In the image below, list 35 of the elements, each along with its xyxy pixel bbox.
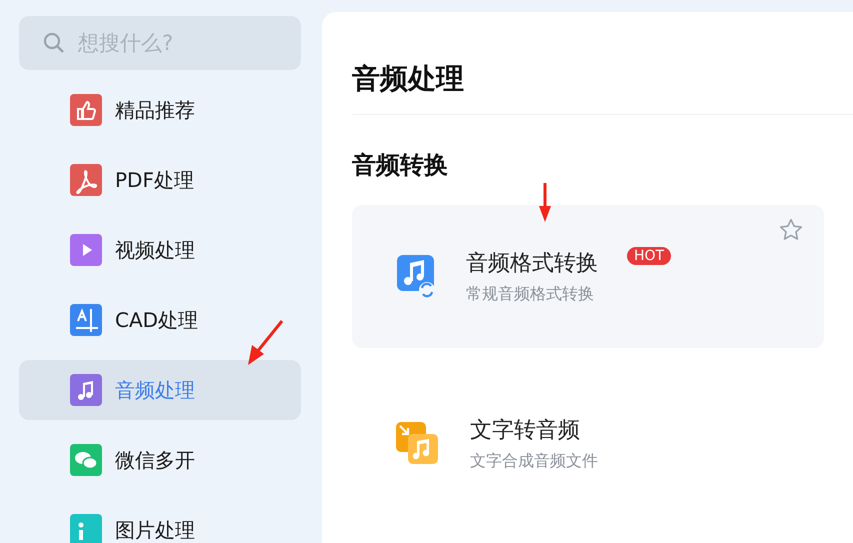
star-icon[interactable]: [778, 217, 804, 243]
annotation-arrow: [539, 183, 551, 222]
sidebar-item-label: 音频处理: [115, 376, 195, 404]
tool-title: 文字转音频: [470, 417, 581, 445]
image-app-icon: [70, 514, 102, 543]
video-app-icon: [70, 234, 102, 266]
hot-badge: HOT: [627, 247, 672, 265]
sidebar-item-label: 精品推荐: [115, 96, 195, 124]
chat-app-icon: [70, 444, 102, 476]
sidebar-item[interactable]: 视频处理: [19, 220, 301, 280]
sidebar-item[interactable]: 图片处理: [19, 500, 301, 543]
sidebar-item[interactable]: PDF处理: [19, 150, 301, 210]
tool-description: 常规音频格式转换: [466, 284, 595, 305]
sidebar-item-label: 微信多开: [115, 446, 195, 474]
sidebar-item-label: PDF处理: [115, 166, 194, 194]
music-files-icon: [396, 422, 440, 466]
sidebar-item-label: CAD处理: [115, 306, 198, 334]
pdf-app-icon: [70, 164, 102, 196]
annotation-arrow: [248, 320, 284, 365]
section-heading: 音频转换: [352, 150, 449, 181]
tool-title: 音频格式转换: [466, 250, 598, 278]
page-title: 音频处理: [352, 60, 853, 115]
cad-app-icon: [70, 304, 102, 336]
tool-description: 文字合成音频文件: [470, 451, 598, 472]
sidebar-item-label: 图片处理: [115, 516, 195, 543]
thumb-app-icon: [70, 94, 102, 126]
music-convert-icon: [396, 254, 436, 298]
sidebar-item[interactable]: CAD处理: [19, 290, 301, 350]
sidebar-item-label: 视频处理: [115, 236, 195, 264]
search-icon: [43, 32, 65, 54]
sidebar-item[interactable]: 精品推荐: [19, 80, 301, 140]
tool-card[interactable]: 音频格式转换 常规音频格式转换 HOT: [352, 205, 824, 348]
sidebar-item[interactable]: 微信多开: [19, 430, 301, 490]
tool-card[interactable]: 文字转音频 文字合成音频文件: [352, 372, 824, 515]
audio-app-icon: [70, 374, 102, 406]
